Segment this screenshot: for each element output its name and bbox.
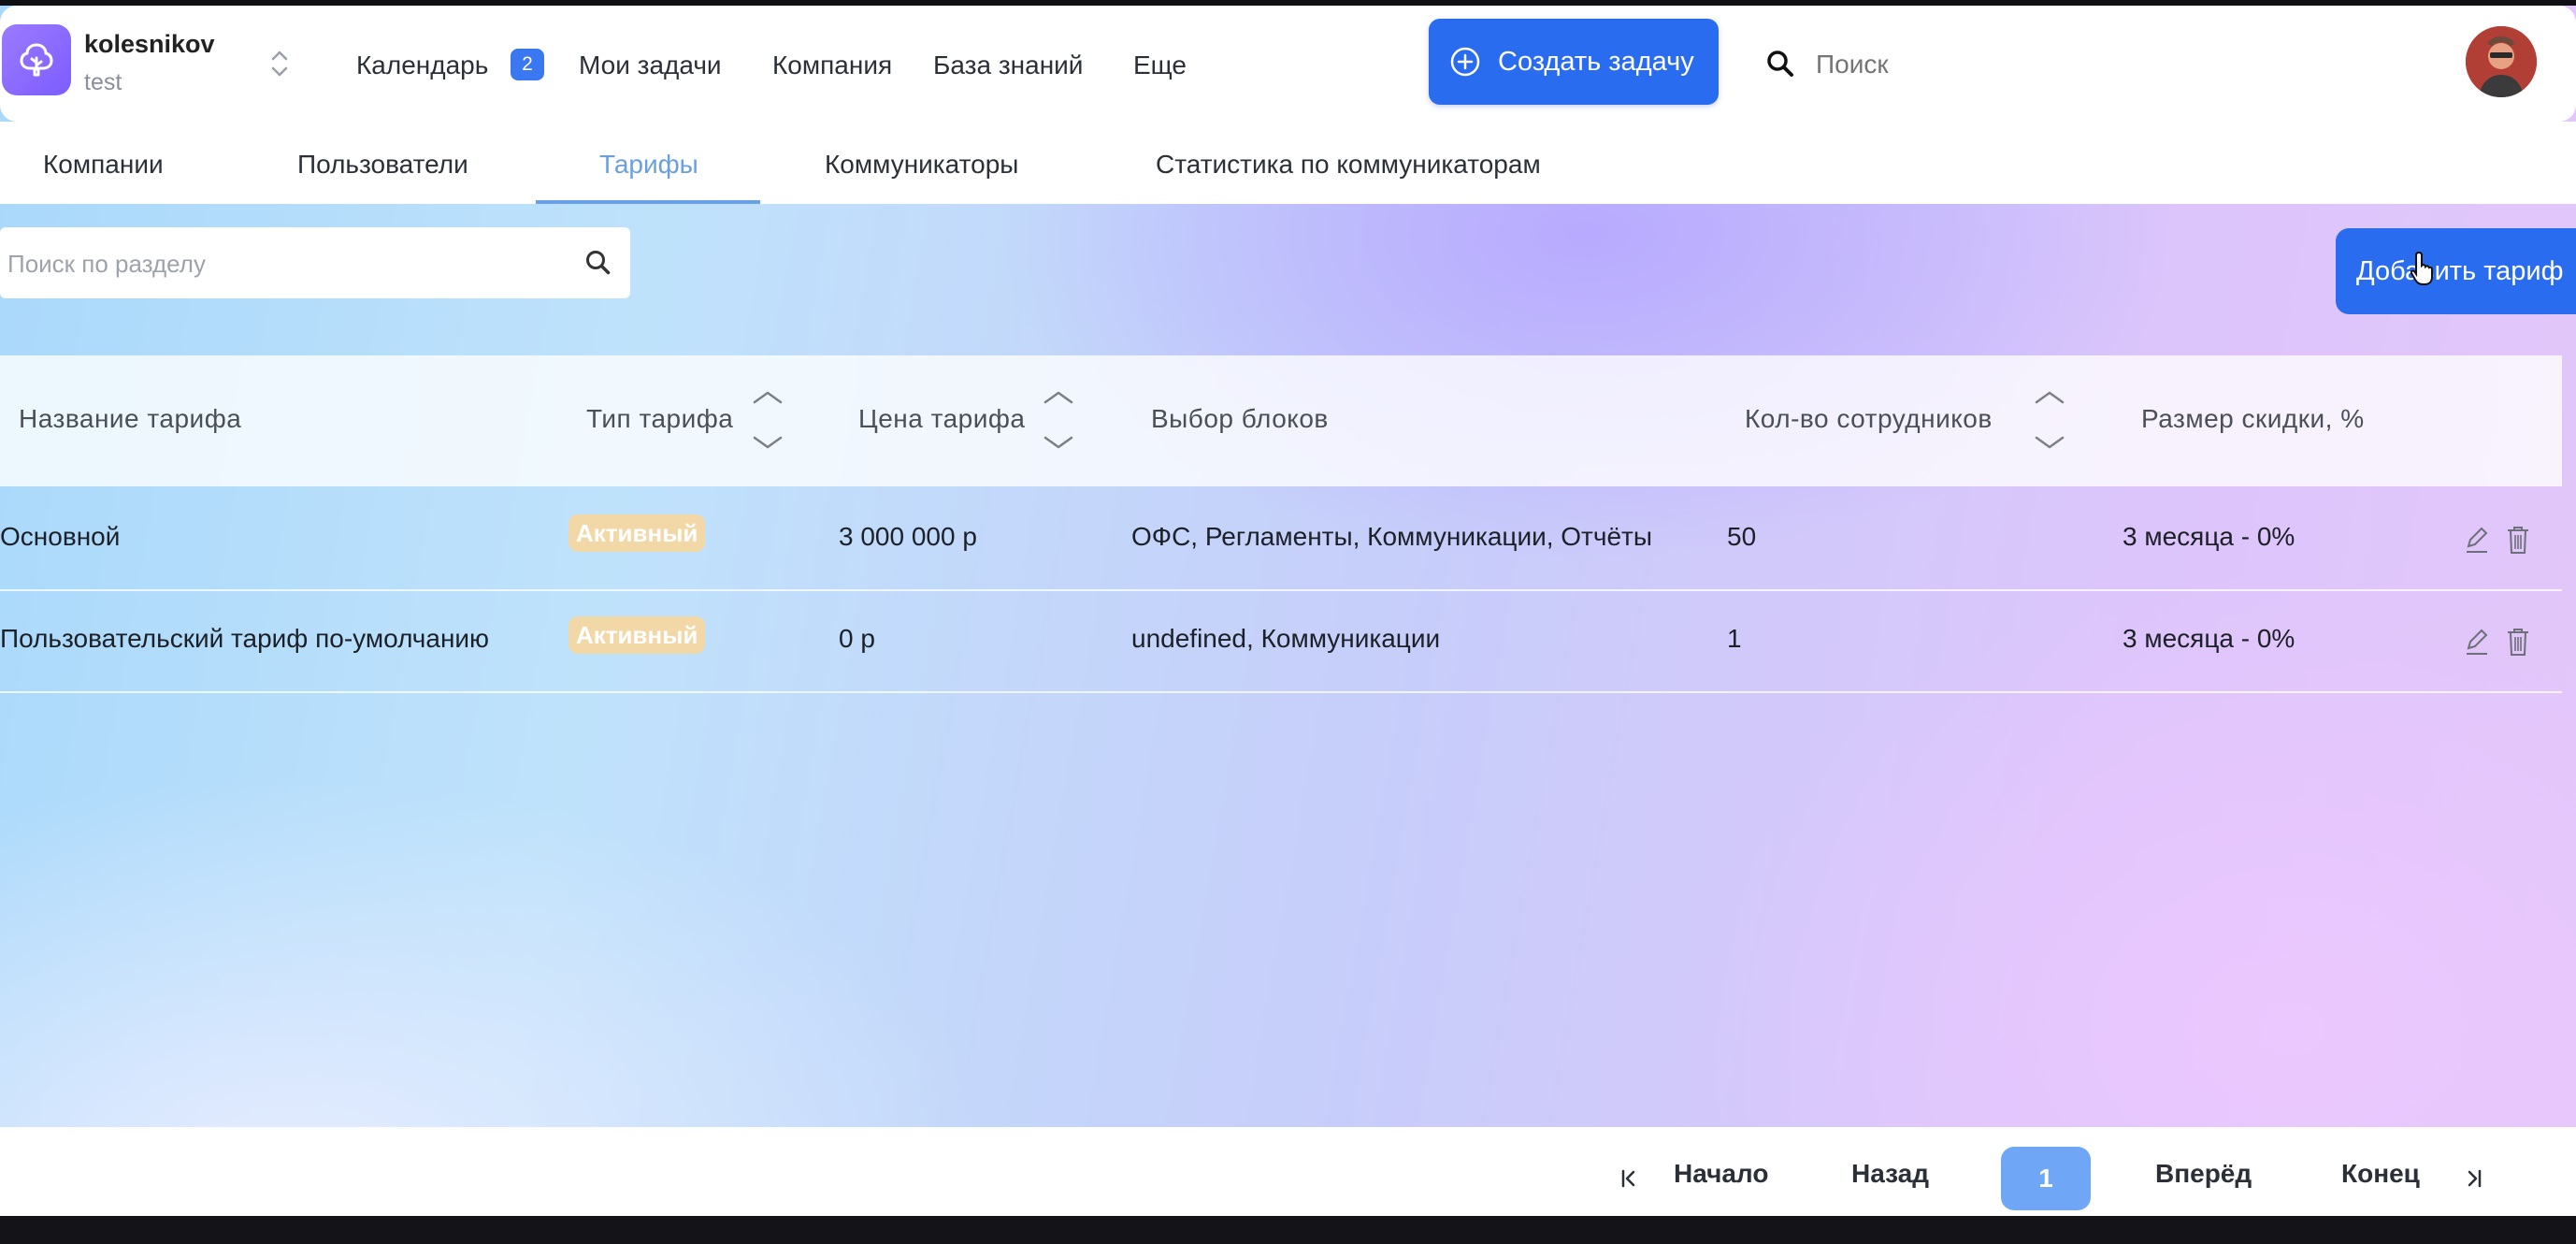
search-icon bbox=[1767, 51, 1793, 77]
nav-knowledge-base[interactable]: База знаний bbox=[933, 51, 1083, 80]
cell-blocks: ОФС, Регламенты, Коммуникации, Отчёты bbox=[1131, 522, 1652, 551]
cell-blocks: undefined, Коммуникации bbox=[1131, 624, 1441, 653]
nav-more[interactable]: Еще bbox=[1133, 51, 1187, 80]
user-avatar[interactable] bbox=[2466, 26, 2537, 97]
sort-icon[interactable] bbox=[1043, 389, 1074, 451]
cell-name: Пользовательский тариф по-умолчанию bbox=[0, 624, 490, 653]
hand-cursor-icon bbox=[2411, 251, 2433, 285]
section-search bbox=[0, 227, 630, 298]
workspace-name: kolesnikov bbox=[84, 30, 215, 58]
cell-price: 0 р bbox=[839, 624, 875, 653]
last-page-button[interactable]: Конец bbox=[2341, 1159, 2420, 1189]
avatar-image bbox=[2466, 26, 2537, 97]
create-task-button[interactable]: Создать задачу bbox=[1429, 19, 1719, 105]
cell-employees: 1 bbox=[1727, 624, 1742, 653]
next-page-button[interactable]: Вперёд bbox=[2155, 1159, 2252, 1189]
status-badge: Активный bbox=[568, 514, 706, 552]
nav-calendar[interactable]: Календарь bbox=[356, 51, 488, 80]
cell-discount: 3 месяца - 0% bbox=[2123, 522, 2295, 551]
tab-communicator-stats[interactable]: Статистика по коммуникаторам bbox=[1156, 150, 1541, 180]
table-row[interactable]: Пользовательский тариф по-умолчанию Акти… bbox=[0, 590, 2562, 693]
tab-communicators[interactable]: Коммуникаторы bbox=[825, 150, 1018, 180]
workspace-logo[interactable] bbox=[2, 24, 71, 95]
col-tariff-name: Название тарифа bbox=[19, 404, 242, 433]
first-page-icon[interactable] bbox=[1619, 1168, 1638, 1189]
plus-circle-icon bbox=[1450, 47, 1480, 77]
top-header: kolesnikov test Календарь 2 Мои задачи К… bbox=[0, 6, 2576, 122]
cell-price: 3 000 000 р bbox=[839, 522, 977, 551]
prev-page-button[interactable]: Назад bbox=[1851, 1159, 1929, 1189]
tab-companies[interactable]: Компании bbox=[43, 150, 164, 180]
sort-icon[interactable] bbox=[752, 389, 784, 451]
current-page-button[interactable]: 1 bbox=[2001, 1147, 2091, 1210]
nav-my-tasks[interactable]: Мои задачи bbox=[579, 51, 722, 80]
cell-employees: 50 bbox=[1727, 522, 1757, 551]
col-tariff-type[interactable]: Тип тарифа bbox=[586, 404, 733, 434]
col-tariff-price[interactable]: Цена тарифа bbox=[858, 404, 1026, 434]
add-tariff-label: Добавить тариф bbox=[2356, 255, 2564, 286]
tab-tariffs[interactable]: Тарифы bbox=[599, 150, 698, 180]
calendar-badge: 2 bbox=[511, 49, 544, 80]
status-badge: Активный bbox=[568, 616, 706, 654]
sort-icon[interactable] bbox=[2034, 389, 2065, 451]
workspace-subtitle: test bbox=[84, 69, 122, 95]
add-tariff-button[interactable]: Добавить тариф bbox=[2336, 228, 2576, 314]
cell-name: Основной bbox=[0, 522, 121, 551]
col-discount: Размер скидки, % bbox=[2141, 404, 2365, 433]
last-page-icon[interactable] bbox=[2465, 1168, 2483, 1189]
chevron-updown-icon[interactable] bbox=[267, 47, 292, 80]
tree-icon bbox=[20, 43, 53, 77]
search-icon[interactable] bbox=[583, 248, 613, 278]
col-employees[interactable]: Кол-во сотрудников bbox=[1745, 404, 1993, 434]
global-search-input[interactable] bbox=[1814, 49, 2098, 80]
col-blocks: Выбор блоков bbox=[1151, 404, 1329, 433]
edit-icon[interactable] bbox=[2463, 626, 2491, 658]
table-header: Название тарифа Тип тарифа Цена тарифа В… bbox=[0, 355, 2562, 486]
active-tab-indicator bbox=[536, 200, 760, 204]
table-row[interactable]: Основной Активный 3 000 000 р ОФС, Регла… bbox=[0, 488, 2562, 591]
tab-users[interactable]: Пользователи bbox=[297, 150, 468, 180]
nav-company[interactable]: Компания bbox=[772, 51, 892, 80]
pagination: Начало Назад 1 Вперёд Конец bbox=[0, 1127, 2576, 1216]
trash-icon[interactable] bbox=[2504, 524, 2532, 556]
first-page-button[interactable]: Начало bbox=[1674, 1159, 1768, 1189]
cell-discount: 3 месяца - 0% bbox=[2123, 624, 2295, 653]
app-window: kolesnikov test Календарь 2 Мои задачи К… bbox=[0, 0, 2576, 1244]
create-task-label: Создать задачу bbox=[1498, 46, 1694, 77]
trash-icon[interactable] bbox=[2504, 626, 2532, 658]
section-tabs: Компании Пользователи Тарифы Коммуникато… bbox=[0, 122, 2576, 204]
bottom-strip bbox=[0, 1216, 2576, 1244]
section-search-input[interactable] bbox=[6, 246, 533, 282]
edit-icon[interactable] bbox=[2463, 524, 2491, 556]
